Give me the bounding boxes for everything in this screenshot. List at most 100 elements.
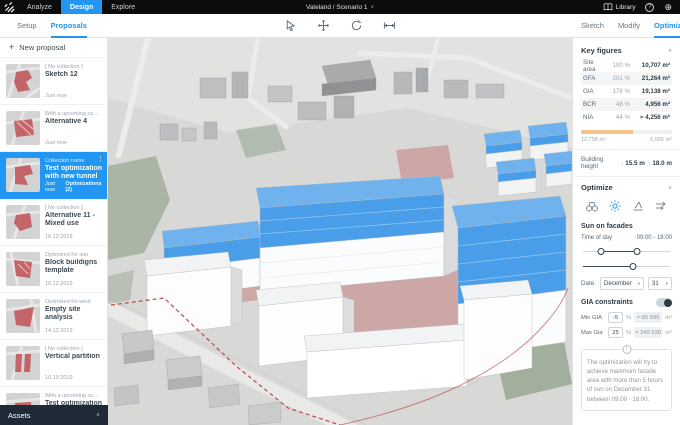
key-figure-row-nia: NIA 44 % ≈ 4,256 m²	[581, 111, 672, 124]
right-tabs: Sketch Modify Optimize	[572, 14, 680, 37]
month-select[interactable]: December ▾	[600, 277, 644, 290]
proposal-card-alternative-11[interactable]: [ No collection ] Alternative 11 - Mixed…	[0, 199, 107, 246]
card-title: Alternative 4	[45, 118, 103, 126]
date-slider-handle[interactable]	[629, 263, 636, 270]
min-gia-row: Min GIA -5 % ≈ 65 596 m²	[581, 312, 672, 323]
viewport-3d[interactable]	[108, 38, 572, 425]
divider	[573, 176, 680, 177]
proposal-card-block-buildings[interactable]: Optimized for sun Block buildigns templa…	[0, 246, 107, 293]
key-figures-header[interactable]: Key figures ∨	[581, 46, 672, 55]
book-icon	[603, 2, 613, 12]
sun-icon[interactable]	[608, 199, 622, 213]
tab-setup[interactable]: Setup	[10, 14, 44, 37]
proposal-card-sketch-12[interactable]: [ No collection ] Sketch 12 Just now	[0, 58, 107, 105]
proposal-thumbnail	[6, 64, 40, 98]
day-select[interactable]: 31 ▾	[648, 277, 672, 290]
optimizations-badge[interactable]: Optimizations (2)	[65, 181, 103, 193]
proposal-thumbnail	[6, 346, 40, 380]
chevron-down-icon: ∨	[371, 4, 375, 10]
card-collection: [ No collection ]	[45, 64, 103, 70]
key-figures-title: Key figures	[581, 46, 622, 55]
progress-right-value: 6,506 m²	[650, 137, 672, 143]
proposals-sidebar: + New proposal [ No collection ] Sketch …	[0, 38, 108, 425]
new-proposal-button[interactable]: + New proposal	[0, 38, 107, 58]
max-gia-row: Max Gia 25 % ≈ 240 530 m²	[581, 327, 672, 338]
help-icon[interactable]: ?	[645, 3, 654, 12]
card-title: Vertical partition	[45, 353, 103, 361]
tab-proposals[interactable]: Proposals	[44, 14, 94, 37]
toolbar: Setup Proposals Sketch Modify Optimize	[0, 14, 680, 38]
nav-explore[interactable]: Explore	[102, 0, 144, 14]
sun-on-facades-label: Sun on facades	[581, 223, 672, 230]
project-title-dropdown[interactable]: Vateland / Scenario 1 ∨	[306, 4, 374, 11]
min-gia-input[interactable]: -5	[608, 312, 623, 323]
time-range-value: 09:00 - 18:00	[637, 235, 672, 241]
proposal-thumbnail	[6, 252, 40, 286]
gia-constraints-toggle[interactable]	[656, 298, 672, 307]
new-proposal-label: New proposal	[19, 43, 65, 52]
app-logo[interactable]	[0, 0, 18, 14]
key-figure-row-gfa: GFA 201 % 21,264 m²	[581, 72, 672, 85]
measure-icon[interactable]	[383, 19, 396, 32]
wind-icon[interactable]	[654, 199, 668, 213]
library-button[interactable]: Library	[603, 2, 636, 12]
optimization-info-box: i The optimization will try to achieve m…	[581, 349, 672, 411]
time-range-handle-end[interactable]	[633, 248, 640, 255]
card-meta: Just now	[45, 181, 63, 193]
max-gia-input[interactable]: 25	[608, 327, 623, 338]
terrain-icon[interactable]	[631, 199, 645, 213]
plus-icon: +	[9, 43, 14, 52]
globe-icon[interactable]: ⊕	[664, 3, 672, 12]
progress-left-value: 12,758 m²	[581, 137, 606, 143]
proposal-card-empty-site[interactable]: Optimized for wind Empty site analysis 1…	[0, 293, 107, 340]
proposal-card-vertical-partition[interactable]: [ No collection ] Vertical partition 10.…	[0, 340, 107, 387]
rotate-icon[interactable]	[350, 19, 363, 32]
card-collection: Optimized for wind	[45, 299, 103, 305]
tab-modify[interactable]: Modify	[611, 14, 647, 37]
key-figure-row-site-area: Site area 100 % 10,707 m²	[581, 59, 672, 72]
chevron-up-icon: ∧	[96, 412, 100, 418]
card-collection: With a upcoming comme...	[45, 111, 103, 117]
viewport-tools	[108, 14, 572, 37]
assets-bar[interactable]: Assets ∧	[0, 405, 108, 425]
divider	[573, 149, 680, 150]
select-cursor-icon[interactable]	[284, 19, 297, 32]
max-gia-approx: ≈ 240 530	[634, 327, 662, 338]
proposal-thumbnail	[6, 158, 40, 192]
main-nav: Analyze Design Explore	[18, 0, 144, 14]
proposal-card-test-optimization[interactable]: Collection name Test optimization with n…	[0, 152, 107, 199]
chevron-down-icon: ∨	[668, 48, 672, 54]
proposal-card-alternative-4[interactable]: With a upcoming comme... Alternative 4 J…	[0, 105, 107, 152]
optimize-panel: Key figures ∨ Site area 100 % 10,707 m² …	[572, 38, 680, 425]
key-figure-row-bcr: BCR 48 % 4,956 m²	[581, 98, 672, 111]
building-height-row: Building height ↓ 15.5 m ↑ 18.0 m	[581, 156, 672, 170]
min-gia-label: Min GIA	[581, 315, 605, 321]
card-title: Empty site analysis	[45, 306, 103, 323]
time-range-handle-start[interactable]	[598, 248, 605, 255]
binoculars-icon[interactable]	[585, 199, 599, 213]
viewport-3d-scene	[108, 38, 572, 425]
building-height-max[interactable]: ↑ 18.0 m	[648, 160, 672, 167]
move-icon[interactable]	[317, 19, 330, 32]
card-meta: 16.12.2019	[45, 234, 73, 240]
proposal-thumbnail	[6, 205, 40, 239]
card-collection: With a upcoming comme...	[45, 393, 103, 399]
assets-label: Assets	[8, 411, 31, 420]
tab-optimize[interactable]: Optimize	[647, 14, 680, 37]
kebab-menu-icon[interactable]: ⋮	[97, 156, 104, 163]
select-arrow-icon: ▾	[666, 281, 668, 287]
date-slider[interactable]	[583, 261, 670, 271]
card-meta: 14.12.2019	[45, 328, 73, 334]
date-label: Date	[581, 280, 596, 287]
building-height-min[interactable]: ↓ 15.5 m	[621, 160, 645, 167]
optimize-header[interactable]: Optimize ∨	[581, 183, 672, 192]
left-tabs: Setup Proposals	[0, 14, 94, 37]
tab-sketch[interactable]: Sketch	[574, 14, 611, 37]
proposal-thumbnail	[6, 111, 40, 145]
nav-design[interactable]: Design	[61, 0, 102, 14]
area-progress-bar	[581, 130, 672, 134]
nav-analyze[interactable]: Analyze	[18, 0, 61, 14]
time-range-slider[interactable]	[583, 246, 670, 256]
gia-constraints-label: GIA constraints	[581, 299, 633, 306]
info-icon: i	[622, 345, 631, 354]
